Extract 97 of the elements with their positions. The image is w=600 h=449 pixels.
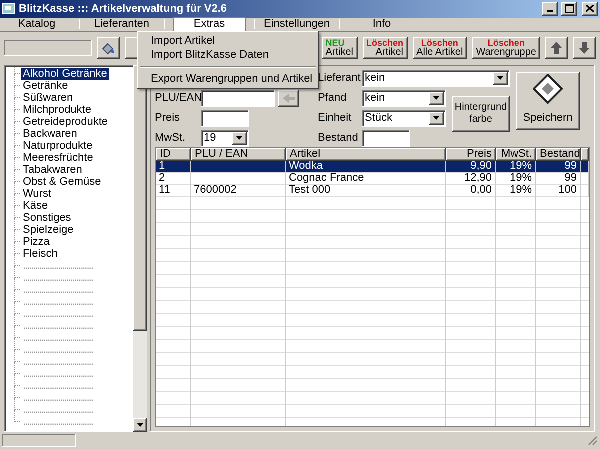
menu-option[interactable]: Import BlitzKasse Daten <box>138 48 318 62</box>
move-down-button[interactable] <box>573 36 596 59</box>
table-cell: Cognac France <box>289 172 364 184</box>
caret-icon <box>497 76 504 80</box>
input-field[interactable] <box>362 130 410 147</box>
maximize-button[interactable] <box>561 2 577 16</box>
caret-icon <box>136 422 144 427</box>
dropdown-field[interactable]: Stück <box>362 110 446 127</box>
tree-item[interactable]: Backwaren <box>21 128 80 140</box>
tree-item[interactable]: Tabakwaren <box>21 164 84 176</box>
close-icon <box>586 5 594 12</box>
field-label: Pfand <box>318 92 348 104</box>
tree-item[interactable]: Käse <box>21 200 50 212</box>
table-cell: 99 <box>564 160 577 172</box>
arrow-down-icon <box>579 42 590 54</box>
table-row[interactable]: 11 7600002 Test 000 0,00 19% 100 <box>156 184 589 197</box>
tree-item[interactable]: Sonstiges <box>21 212 74 224</box>
tree-item[interactable]: Getreideprodukte <box>21 116 110 128</box>
tree-item[interactable]: Obst & Gemüse <box>21 176 104 188</box>
table-cell: 9,90 <box>470 160 492 172</box>
tree-item[interactable]: Meeresfrüchte <box>21 152 96 164</box>
table-cell: 1 <box>159 160 166 172</box>
table-cell: Test 000 <box>289 184 331 196</box>
table-cell: 100 <box>558 184 577 196</box>
dropdown-field[interactable]: 19 <box>201 130 249 147</box>
scrollbar-thumb[interactable] <box>133 64 147 331</box>
dropdown-button[interactable] <box>232 132 247 145</box>
dropdown-field[interactable]: kein <box>362 70 510 87</box>
menu-item[interactable]: Katalog <box>4 18 70 31</box>
menu-item[interactable]: Lieferanten <box>89 18 155 31</box>
app-icon <box>2 2 16 16</box>
table-cell: 0,00 <box>470 184 492 196</box>
save-button[interactable]: Speichern <box>516 72 580 130</box>
table-cell: 12,90 <box>464 172 492 184</box>
paint-button[interactable] <box>97 36 120 59</box>
window-title: BlitzKasse ::: Artikelverwaltung für V2.6 <box>19 2 228 15</box>
field-label: MwSt. <box>155 132 187 144</box>
field-label: Lieferant <box>318 72 362 84</box>
column-header[interactable]: MwSt. <box>496 148 536 161</box>
tree-item[interactable]: Spielzeige <box>21 224 76 236</box>
table-row[interactable]: 2 Cognac France 12,90 19% 99 <box>156 172 589 185</box>
dropdown-button[interactable] <box>493 72 508 85</box>
table-cell: 7600002 <box>194 184 237 196</box>
table-cell: 19% <box>510 184 532 196</box>
tree-item[interactable]: Süßwaren <box>21 92 76 104</box>
table-cell: 11 <box>159 184 170 196</box>
dropdown-button[interactable] <box>429 112 444 125</box>
close-button[interactable] <box>582 2 598 16</box>
tree-item[interactable]: Fleisch <box>21 248 60 260</box>
input-field[interactable] <box>201 110 249 127</box>
delete-button[interactable]: Löschen Warengruppe <box>472 36 540 59</box>
table-row[interactable]: 1 Wodka 9,90 19% 99 <box>156 160 589 173</box>
move-up-button[interactable] <box>545 36 568 59</box>
tree-item[interactable]: Alkohol Getränke <box>21 68 110 80</box>
table-cell: 99 <box>564 172 577 184</box>
resize-grip-icon <box>586 434 598 446</box>
dropdown-field[interactable]: kein <box>362 90 446 107</box>
table-cell: 19% <box>510 172 532 184</box>
table-cell: 2 <box>159 172 166 184</box>
arrow-up-icon <box>551 42 562 54</box>
field-label: PLU/EAN <box>155 92 201 104</box>
menu-item[interactable]: Einstellungen <box>264 18 330 31</box>
tree-item[interactable]: Getränke <box>21 80 70 92</box>
maximize-icon <box>564 4 574 14</box>
caret-icon <box>433 116 440 120</box>
tree-item[interactable]: Pizza <box>21 236 52 248</box>
menu-item[interactable]: Extras <box>174 18 245 31</box>
column-header[interactable]: ID <box>156 148 191 161</box>
field-label: Preis <box>155 112 182 124</box>
new-article-button[interactable]: NEU Artikel <box>322 36 358 59</box>
column-header[interactable]: Artikel <box>286 148 446 161</box>
menu-option[interactable]: Import Artikel <box>138 34 318 48</box>
menu-item[interactable]: Info <box>349 18 415 31</box>
input-field[interactable] <box>201 90 275 107</box>
menu-option[interactable]: Export Warengruppen und Artikel <box>138 72 318 86</box>
field-label: Bestand <box>318 132 360 144</box>
background-color-button[interactable]: Hintergrund farbe <box>452 96 510 132</box>
minimize-button[interactable] <box>542 2 558 16</box>
caret-icon <box>433 96 440 100</box>
dropdown-button[interactable] <box>429 92 444 105</box>
tree-item[interactable]: Naturprodukte <box>21 140 95 152</box>
caret-icon <box>236 136 243 140</box>
field-label: Einheit <box>318 112 353 124</box>
tool-button[interactable] <box>124 36 139 59</box>
column-header[interactable]: Preis <box>446 148 496 161</box>
delete-button[interactable]: Löschen Alle Artikel <box>412 36 468 59</box>
tree-item[interactable]: Wurst <box>21 188 54 200</box>
table-cell: 19% <box>510 160 532 172</box>
scroll-down-button[interactable] <box>133 418 147 432</box>
tree-item[interactable]: Milchprodukte <box>21 104 94 116</box>
delete-button[interactable]: Löschen Artikel <box>362 36 408 59</box>
arrow-left-icon <box>282 94 294 103</box>
column-header[interactable]: Bestand <box>536 148 581 161</box>
arrow-button[interactable] <box>278 90 299 107</box>
column-header[interactable]: PLU / EAN <box>191 148 286 161</box>
table-cell: Wodka <box>289 160 324 172</box>
search-field[interactable] <box>4 40 92 56</box>
